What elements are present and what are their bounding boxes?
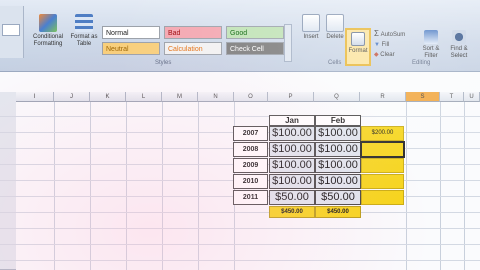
sum-cell[interactable]	[361, 174, 404, 189]
feb-cell[interactable]: $100.00	[315, 158, 361, 173]
cells-group-label: Cells	[328, 60, 342, 66]
clear-button[interactable]: ◆ Clear	[374, 52, 414, 59]
insert-cells-icon	[302, 14, 320, 32]
editing-group-label: Editing	[412, 60, 431, 66]
total-jan-cell[interactable]: $450.00	[269, 206, 315, 218]
style-check-cell[interactable]: Check Cell	[226, 42, 284, 55]
find-binoculars-icon	[452, 30, 466, 44]
column-header-j[interactable]: J	[54, 92, 90, 102]
find-select-button[interactable]: Find & Select	[446, 30, 472, 60]
conditional-formatting-icon	[39, 14, 57, 32]
grid-line	[0, 260, 480, 261]
column-header-m[interactable]: M	[162, 92, 198, 102]
column-header-r[interactable]: R	[360, 92, 406, 102]
feb-cell[interactable]: $100.00	[315, 174, 361, 189]
column-header-n[interactable]: N	[198, 92, 234, 102]
column-header-s[interactable]: S	[406, 92, 440, 102]
column-header-k[interactable]: K	[90, 92, 126, 102]
format-label: Format	[348, 48, 368, 54]
grid-line	[0, 244, 480, 245]
column-header-q[interactable]: Q	[314, 92, 360, 102]
cell-styles-gallery: Normal Bad Good Neutral Calculation Chec…	[100, 24, 290, 62]
delete-button[interactable]: Delete	[324, 14, 346, 41]
feb-cell[interactable]: $50.00	[315, 190, 361, 205]
delete-cells-icon	[326, 14, 344, 32]
clear-icon: ◆	[374, 52, 379, 58]
find-select-label: Find & Select	[450, 46, 468, 59]
year-cell[interactable]: 2009	[233, 158, 268, 173]
autosum-button[interactable]: Σ AutoSum	[374, 30, 414, 39]
format-as-table-button[interactable]: Format as Table	[66, 14, 102, 48]
style-bad[interactable]: Bad	[164, 26, 222, 39]
worksheet[interactable]: I J K L M N O P Q R S T U Jan Feb 2007 $…	[0, 72, 480, 270]
column-header-u[interactable]: U	[464, 92, 480, 102]
clear-label: Clear	[380, 52, 395, 58]
total-feb-cell[interactable]: $450.00	[315, 206, 361, 218]
fill-icon: ▼	[374, 42, 380, 48]
insert-button[interactable]: Insert	[300, 14, 322, 41]
year-cell[interactable]: 2010	[233, 174, 268, 189]
format-button[interactable]: Format	[345, 28, 371, 66]
style-neutral[interactable]: Neutral	[102, 42, 160, 55]
column-header-t[interactable]: T	[440, 92, 464, 102]
column-header-p[interactable]: P	[268, 92, 314, 102]
conditional-formatting-label: Conditional Formatting	[32, 34, 64, 47]
autosum-label: AutoSum	[380, 32, 406, 38]
autosum-icon: Σ	[374, 29, 379, 38]
column-header-l[interactable]: L	[126, 92, 162, 102]
format-cells-icon	[351, 32, 365, 46]
header-jan[interactable]: Jan	[269, 115, 315, 126]
ribbon: Conditional Formatting Format as Table N…	[0, 0, 480, 72]
format-as-table-label: Format as Table	[70, 34, 98, 47]
sort-filter-label: Sort & Filter	[422, 46, 440, 59]
grid-line	[0, 212, 480, 213]
insert-label: Insert	[303, 34, 319, 40]
font-group-edge	[0, 6, 24, 58]
year-cell[interactable]: 2008	[233, 142, 268, 157]
header-feb[interactable]: Feb	[315, 115, 361, 126]
font-size-box[interactable]	[2, 24, 20, 36]
sort-filter-icon	[424, 30, 438, 44]
sum-cell[interactable]	[361, 190, 404, 205]
jan-cell[interactable]: $50.00	[269, 190, 315, 205]
styles-group-label: Styles	[155, 60, 172, 66]
column-header-i[interactable]: I	[16, 92, 54, 102]
sum-cell[interactable]: $200.00	[361, 126, 404, 141]
grid-line	[0, 116, 480, 117]
feb-cell[interactable]: $100.00	[315, 126, 361, 141]
fill-label: Fill	[381, 42, 390, 48]
delete-label: Delete	[326, 34, 344, 40]
fill-button[interactable]: ▼ Fill	[374, 42, 414, 49]
year-cell[interactable]: 2007	[233, 126, 268, 141]
feb-cell[interactable]: $100.00	[315, 142, 361, 157]
column-header-o[interactable]: O	[234, 92, 268, 102]
style-good[interactable]: Good	[226, 26, 284, 39]
styles-gallery-scroll[interactable]	[284, 24, 292, 62]
sum-cell[interactable]	[361, 158, 404, 173]
jan-cell[interactable]: $100.00	[269, 126, 315, 141]
selected-cell[interactable]	[360, 141, 405, 158]
jan-cell[interactable]: $100.00	[269, 142, 315, 157]
style-normal[interactable]: Normal	[102, 26, 160, 39]
jan-cell[interactable]: $100.00	[269, 158, 315, 173]
format-as-table-icon	[75, 14, 93, 32]
style-calculation[interactable]: Calculation	[164, 42, 222, 55]
sort-filter-button[interactable]: Sort & Filter	[418, 30, 444, 60]
jan-cell[interactable]: $100.00	[269, 174, 315, 189]
grid-line	[0, 228, 480, 229]
conditional-formatting-button[interactable]: Conditional Formatting	[28, 14, 68, 48]
year-cell[interactable]: 2011	[233, 190, 268, 205]
